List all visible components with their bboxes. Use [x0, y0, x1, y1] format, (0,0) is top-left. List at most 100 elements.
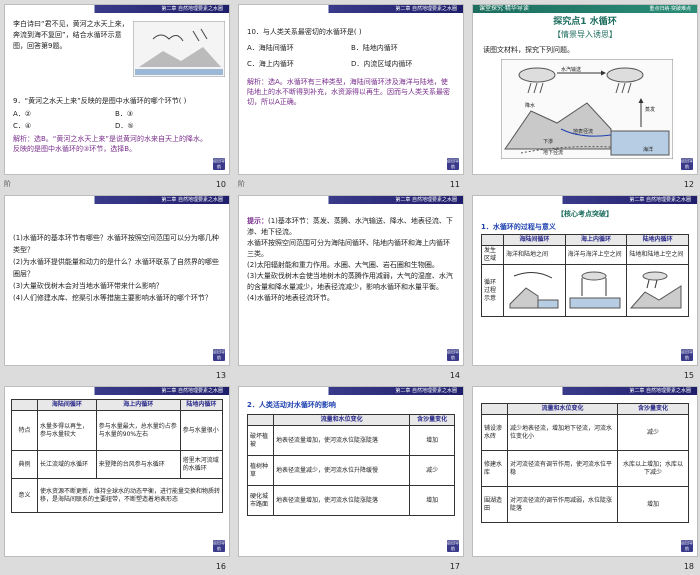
slide-number: 18 — [683, 562, 694, 571]
table-cell: 典例 — [11, 450, 38, 479]
water-cycle-image — [133, 21, 225, 77]
question-item: (2)为水循环提供能量和动力的是什么？水循环联系了自然界的哪些圈层？ — [13, 258, 219, 278]
diagram-label: 地表径流 — [573, 129, 594, 135]
slide-16[interactable]: 第二章 自然地理要素之水圈 海陆间循环 海上内循环 陆地内循环 特点 水量多得以… — [0, 382, 234, 573]
slide-header: 第二章 自然地理要素之水圈 — [239, 5, 463, 13]
table-cell: 水量多得以再生，参与水量较大 — [37, 410, 97, 451]
cycle-sketch — [630, 271, 682, 309]
table-cell: 塔里木河流域的水循环 — [179, 450, 224, 479]
slide-thumbnail[interactable]: 第二章 自然地理要素之水圈 【核心考点突破】 1．水循环的过程与意义 海陆间循环… — [472, 195, 698, 366]
option-d: D．内流区域内循环 — [351, 60, 413, 68]
table-cell: 海洋和陆地之间 — [503, 245, 566, 265]
table-header — [481, 234, 504, 246]
table-cell: 使水资源不断更新，维持全球水的动态平衡，进行能量交换和物质转移，是海陆间联系的主… — [37, 478, 223, 513]
table-header: 海陆间循环 — [37, 399, 97, 411]
hint-label: 提示： — [247, 217, 268, 225]
table-header: 海上内循环 — [95, 399, 181, 411]
back-nav-button[interactable]: 返回导航 — [681, 158, 693, 170]
slide-10[interactable]: 第二章 自然地理要素之水圈 李白诗曰“君不见，黄河之水天上来，奔流到海不复回”，… — [0, 0, 234, 191]
table-header — [11, 399, 38, 411]
table-cell — [626, 264, 689, 317]
slide-thumbnail[interactable]: 课堂探究·精华导读 重点归纳·突破难点 探究点1 水循环 【情景导入诱思】 读图… — [472, 4, 698, 175]
option-c: C．海上内循环 — [247, 60, 294, 68]
table-cell: 发生区域 — [481, 245, 504, 265]
slide-15[interactable]: 第二章 自然地理要素之水圈 【核心考点突破】 1．水循环的过程与意义 海陆间循环… — [468, 191, 700, 382]
slide-header-text: 第二章 自然地理要素之水圈 — [395, 197, 457, 203]
slide-corner-label: 阶 — [238, 180, 245, 188]
slide-corner-label: 阶 — [4, 180, 11, 188]
back-nav-button[interactable]: 返回导航 — [447, 540, 459, 552]
slide-header: 第二章 自然地理要素之水圈 — [5, 196, 229, 204]
slide-number: 14 — [449, 371, 460, 380]
table-cell: 硬化城市路面 — [247, 485, 274, 516]
table-cell: 减少 — [617, 414, 689, 451]
answer-item: (1)基本环节：蒸发、蒸腾、水汽输送、降水、地表径流、下渗、地下径流。 — [247, 217, 453, 236]
slide-17[interactable]: 第二章 自然地理要素之水圈 2．人类活动对水循环的影响 流量和水位变化 含沙量变… — [234, 382, 468, 573]
slide-thumbnail[interactable]: 第二章 自然地理要素之水圈 提示：(1)基本环节：蒸发、蒸腾、水汽输送、降水、地… — [238, 195, 464, 366]
table-cell: 地表径流量增加，使河流水位陡涨陡落 — [272, 485, 411, 516]
question-item: (4)人们修建水库、挖渠引水等措施主要影响水循环的哪个环节？ — [13, 294, 212, 302]
slide-thumbnail[interactable]: 第二章 自然地理要素之水圈 流量和水位变化 含沙量变化 铺设渗水砖 减少地表径流… — [472, 386, 698, 557]
slide-header-text: 第二章 自然地理要素之水圈 — [161, 6, 223, 12]
table-cell: 长江流域的水循环 — [37, 450, 97, 479]
slide-thumbnail[interactable]: 第二章 自然地理要素之水圈 李白诗曰“君不见，黄河之水天上来，奔流到海不复回”，… — [4, 4, 230, 175]
slide-header: 第二章 自然地理要素之水圈 — [473, 196, 697, 204]
table-cell: 铺设渗水砖 — [481, 414, 508, 451]
back-nav-button[interactable]: 返回导航 — [447, 158, 459, 170]
slide-header-text: 第二章 自然地理要素之水圈 — [629, 388, 691, 394]
slide-number: 17 — [449, 562, 460, 571]
diagram-label: 海洋 — [643, 147, 654, 153]
slide-13[interactable]: 第二章 自然地理要素之水圈 (1)水循环的基本环节有哪些？水循环按照空间范围可以… — [0, 191, 234, 382]
slide-11[interactable]: 第二章 自然地理要素之水圈 10．与人类关系最密切的水循环是( ) A．海陆间循… — [234, 0, 468, 191]
section-tag: 【核心考点突破】 — [557, 210, 613, 218]
answer-text: 解析：选B。“黄河之水天上来”是说黄河的水来自天上的降水。反映的是图中水循环的③… — [13, 135, 208, 153]
impact-table: 流量和水位变化 含沙量变化 铺设渗水砖 减少地表径流，增加地下径流，河流水位变化… — [481, 403, 689, 523]
back-nav-button[interactable]: 返回导航 — [681, 349, 693, 361]
back-nav-button[interactable]: 返回导航 — [447, 349, 459, 361]
slide-number: 11 — [449, 180, 460, 189]
table-cell: 围湖造田 — [481, 486, 508, 523]
section-subtitle: 【情景导入诱思】 — [553, 30, 617, 39]
table-cell: 修建水库 — [481, 450, 508, 487]
diagram-label: 地下径流 — [543, 150, 564, 156]
slide-thumbnail[interactable]: 第二章 自然地理要素之水圈 海陆间循环 海上内循环 陆地内循环 特点 水量多得以… — [4, 386, 230, 557]
cycle-sketch — [509, 272, 559, 309]
table-header: 海上内循环 — [564, 234, 628, 246]
table-cell — [564, 264, 628, 317]
back-nav-button[interactable]: 返回导航 — [681, 540, 693, 552]
table-cell — [503, 264, 566, 317]
question-item: (3)大量砍伐树木会对当地水循环带来什么影响？ — [13, 282, 163, 290]
table-cell: 意义 — [11, 478, 38, 513]
table-header: 陆地内循环 — [179, 399, 224, 411]
lead-text: 读图文材料，探究下列问题。 — [483, 46, 574, 54]
table-cell: 减少 — [409, 455, 455, 486]
table-cell: 参与水量最大，总水量约占参与水量的90%左右 — [95, 410, 181, 451]
table-row: 硬化城市路面 地表径流量增加，使河流水位陡涨陡落 增加 — [247, 485, 455, 516]
slide-thumbnail[interactable]: 第二章 自然地理要素之水圈 (1)水循环的基本环节有哪些？水循环按照空间范围可以… — [4, 195, 230, 366]
table-row: 意义 使水资源不断更新，维持全球水的动态平衡，进行能量交换和物质转移，是海陆间联… — [11, 478, 223, 513]
back-nav-button[interactable]: 返回导航 — [213, 349, 225, 361]
option-c: C．④ — [13, 122, 32, 130]
slide-14[interactable]: 第二章 自然地理要素之水圈 提示：(1)基本环节：蒸发、蒸腾、水汽输送、降水、地… — [234, 191, 468, 382]
section-heading: 1．水循环的过程与意义 — [481, 223, 556, 231]
slide-18[interactable]: 第二章 自然地理要素之水圈 流量和水位变化 含沙量变化 铺设渗水砖 减少地表径流… — [468, 382, 700, 573]
slide-header: 第二章 自然地理要素之水圈 — [5, 387, 229, 395]
table-header — [481, 403, 508, 415]
table-cell: 增加 — [409, 485, 455, 516]
diagram-label: 降水 — [525, 103, 536, 109]
table-row: 特点 水量多得以再生，参与水量较大 参与水量最大，总水量约占参与水量的90%左右… — [11, 410, 224, 451]
back-nav-button[interactable]: 返回导航 — [213, 158, 225, 170]
back-nav-button[interactable]: 返回导航 — [213, 540, 225, 552]
slide-header-text: 第二章 自然地理要素之水圈 — [161, 197, 223, 203]
answer-item: 水循环按照空间范围可分为海陆间循环、陆地内循环和海上内循环三类。 — [247, 239, 450, 258]
section-heading: 2．人类活动对水循环的影响 — [247, 401, 336, 409]
slide-number: 15 — [683, 371, 694, 380]
table-row: 植树种草 地表径流量减少，使河流水位升降缓慢 减少 — [247, 455, 455, 486]
impact-table: 流量和水位变化 含沙量变化 破坏植被 地表径流量增加，使河流水位陡涨陡落 增加 … — [247, 414, 455, 516]
slide-header-text: 第二章 自然地理要素之水圈 — [395, 388, 457, 394]
slide-12[interactable]: 课堂探究·精华导读 重点归纳·突破难点 探究点1 水循环 【情景导入诱思】 读图… — [468, 0, 700, 191]
section-title: 探究点1 水循环 — [553, 17, 617, 27]
slide-thumbnail[interactable]: 第二章 自然地理要素之水圈 2．人类活动对水循环的影响 流量和水位变化 含沙量变… — [238, 386, 464, 557]
slide-thumbnail[interactable]: 第二章 自然地理要素之水圈 10．与人类关系最密切的水循环是( ) A．海陆间循… — [238, 4, 464, 175]
table-cell: 对河流径流有调节作用，使河流水位平稳 — [506, 450, 619, 487]
